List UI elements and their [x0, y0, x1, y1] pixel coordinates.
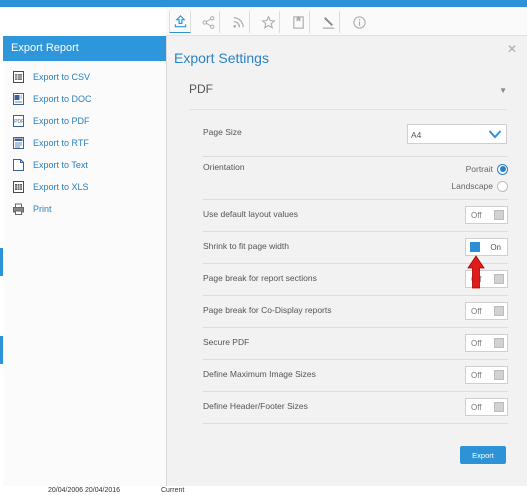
red-arrow-annotation: [467, 255, 485, 289]
page-size-row: Page Size A4: [203, 120, 508, 157]
doc-file-icon: [12, 93, 24, 105]
toggle-state: Off: [471, 211, 482, 220]
toggle-knob: [494, 338, 504, 348]
co-display-break-toggle[interactable]: Off: [465, 302, 508, 320]
menu-item-label: Export to RTF: [33, 138, 89, 148]
rtf-file-icon: [12, 137, 24, 149]
star-icon[interactable]: [258, 11, 280, 33]
portrait-label: Portrait: [465, 164, 493, 174]
csv-file-icon: [12, 71, 24, 83]
toggle-state: Off: [471, 403, 482, 412]
menu-item-label: Export to DOC: [33, 94, 92, 104]
toggle-knob: [494, 402, 504, 412]
menu-title: Export Report: [3, 36, 166, 61]
format-dropdown[interactable]: PDF ▼: [189, 82, 507, 104]
page-size-value: A4: [411, 130, 422, 140]
page-size-label: Page Size: [203, 127, 242, 137]
orientation-row: Orientation Portrait Landscape: [203, 157, 508, 200]
export-rtf-item[interactable]: Export to RTF: [3, 132, 166, 154]
bookmark-icon[interactable]: [288, 11, 310, 33]
default-layout-row: Use default layout values Off: [203, 200, 508, 232]
orientation-portrait-option[interactable]: Portrait: [466, 161, 508, 177]
footer-dates: 20/04/2006 20/04/2016: [48, 487, 121, 494]
toggle-knob: [494, 210, 504, 220]
toggle-label: Page break for report sections: [203, 273, 317, 283]
format-value: PDF: [189, 82, 213, 96]
close-icon[interactable]: ✕: [507, 42, 517, 56]
chevron-down-icon: ▼: [499, 86, 507, 95]
menu-item-label: Export to PDF: [33, 116, 90, 126]
toggle-state: Off: [471, 307, 482, 316]
toggle-knob: [494, 274, 504, 284]
text-file-icon: [12, 159, 24, 171]
chevron-down-icon: [488, 130, 502, 139]
shrink-to-fit-toggle[interactable]: On: [465, 238, 508, 256]
export-report-menu: Export Report Export to CSV Export to DO…: [3, 36, 167, 486]
menu-item-label: Export to XLS: [33, 182, 89, 192]
export-icon[interactable]: [169, 11, 191, 33]
max-image-size-toggle[interactable]: Off: [465, 366, 508, 384]
top-accent-bar: [0, 0, 527, 7]
toggle-label: Define Maximum Image Sizes: [203, 369, 316, 379]
default-layout-toggle[interactable]: Off: [465, 206, 508, 224]
toggle-knob: [494, 306, 504, 316]
portrait-radio[interactable]: [497, 163, 508, 175]
toggle-knob: [494, 370, 504, 380]
info-icon[interactable]: [348, 11, 370, 33]
secure-pdf-toggle[interactable]: Off: [465, 334, 508, 352]
co-display-break-row: Page break for Co-Display reports Off: [203, 296, 508, 328]
toggle-label: Shrink to fit page width: [203, 241, 289, 251]
menu-item-label: Export to CSV: [33, 72, 91, 82]
export-options-list: Export to CSV Export to DOC PDF Export t…: [3, 61, 166, 220]
menu-item-label: Export to Text: [33, 160, 88, 170]
share-icon[interactable]: [198, 11, 220, 33]
report-toolbar: [166, 7, 527, 36]
background-footer: 20/04/2006 20/04/2016 Current: [0, 486, 527, 495]
footer-status: Current: [161, 487, 185, 494]
max-image-size-row: Define Maximum Image Sizes Off: [203, 360, 508, 392]
toggle-state: Off: [471, 371, 482, 380]
export-pdf-item[interactable]: PDF Export to PDF: [3, 110, 166, 132]
header-footer-size-toggle[interactable]: Off: [465, 398, 508, 416]
xls-file-icon: [12, 181, 24, 193]
toggle-label: Use default layout values: [203, 209, 298, 219]
svg-text:PDF: PDF: [14, 119, 24, 125]
report-sections-break-row: Page break for report sections Off: [203, 264, 508, 296]
export-doc-item[interactable]: Export to DOC: [3, 88, 166, 110]
panel-title: Export Settings: [174, 50, 269, 66]
export-csv-item[interactable]: Export to CSV: [3, 66, 166, 88]
toggle-label: Secure PDF: [203, 337, 250, 347]
divider: [189, 109, 507, 110]
brush-icon[interactable]: [318, 11, 340, 33]
toggle-state: On: [490, 243, 501, 252]
orientation-landscape-option[interactable]: Landscape: [451, 178, 508, 194]
toggle-state: Off: [471, 339, 482, 348]
export-button[interactable]: Export: [460, 446, 506, 464]
menu-item-label: Print: [33, 204, 52, 214]
secure-pdf-row: Secure PDF Off: [203, 328, 508, 360]
landscape-radio[interactable]: [497, 180, 508, 192]
printer-icon: [12, 203, 24, 215]
rss-icon[interactable]: [228, 11, 250, 33]
toggle-label: Page break for Co-Display reports: [203, 305, 332, 315]
landscape-label: Landscape: [451, 181, 493, 191]
toggle-label: Define Header/Footer Sizes: [203, 401, 308, 411]
page-size-select[interactable]: A4: [407, 124, 507, 144]
print-item[interactable]: Print: [3, 198, 166, 220]
orientation-label: Orientation: [203, 162, 245, 172]
header-footer-size-row: Define Header/Footer Sizes Off: [203, 392, 508, 424]
toggle-knob: [470, 242, 480, 252]
pdf-file-icon: PDF: [12, 115, 24, 127]
export-text-item[interactable]: Export to Text: [3, 154, 166, 176]
export-xls-item[interactable]: Export to XLS: [3, 176, 166, 198]
shrink-to-fit-row: Shrink to fit page width On: [203, 232, 508, 264]
